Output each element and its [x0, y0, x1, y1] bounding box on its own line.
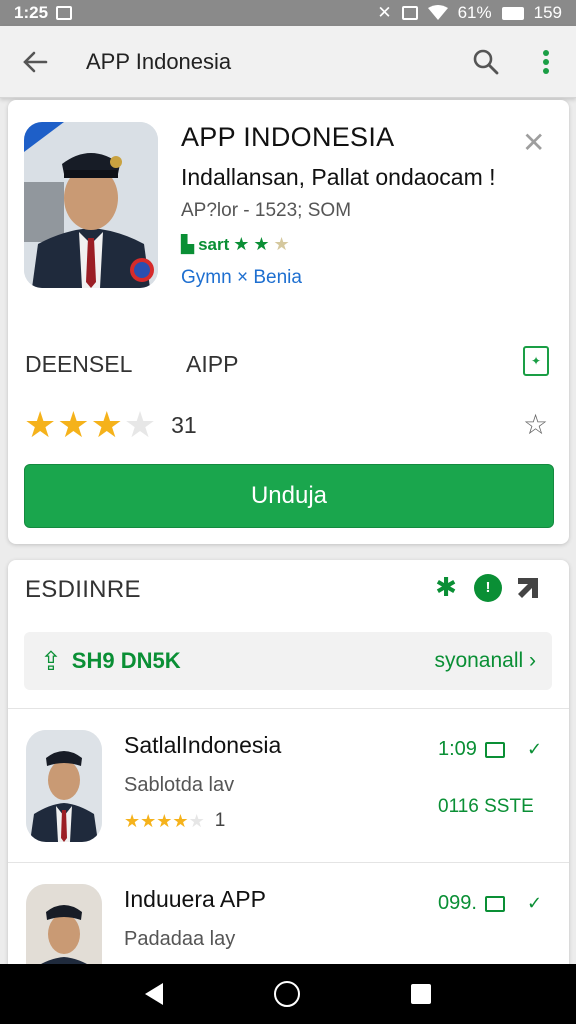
section-title: ESDIINRE [25, 576, 141, 603]
item-title: SatlalIndonesia [124, 732, 282, 758]
star-icon: ★ [188, 810, 205, 831]
list-item[interactable]: SatlalIndonesia Sablotda lav ★ ★ ★ ★ ★ 1 1:0… [8, 710, 569, 860]
app-detail-card: APP INDONESIA ✕ Indallansan, Pallat onda… [8, 100, 569, 544]
status-right-time: 159 [533, 3, 562, 22]
more-vert-icon [543, 49, 549, 74]
battery-icon [501, 6, 524, 20]
item-rating: ★ ★ ★ ★ ★ 1 [124, 810, 225, 832]
share-arrow-icon[interactable] [516, 576, 540, 600]
search-button[interactable] [456, 32, 516, 92]
star-icon: ★ [172, 810, 189, 831]
star-icon: ★ [233, 234, 250, 254]
close-icon: ✕ [522, 127, 546, 158]
image-icon [484, 895, 505, 912]
nav-back-icon[interactable] [145, 983, 164, 1005]
update-link-text: syonanall [434, 649, 524, 672]
bookmark-icon[interactable]: ✦ [523, 346, 549, 376]
navigation-bar [0, 964, 576, 1024]
app-thumbnail [26, 730, 102, 842]
app-tags[interactable]: Gymn × Benia [181, 267, 302, 289]
close-button[interactable]: ✕ [522, 126, 545, 159]
badge-icon: ▙ [181, 234, 195, 254]
divider [8, 708, 569, 709]
app-name: APP INDONESIA [181, 122, 395, 152]
small-rating: ▙ sart ★ ★ ★ [181, 234, 290, 255]
app-bar: APP Indonesia [0, 26, 576, 98]
app-meta: AP?lor - 1523; SOM [181, 200, 352, 221]
back-button[interactable] [0, 26, 70, 98]
app-icon [24, 122, 158, 288]
status-bar: 1:25 ✕ 61% 159 [0, 0, 576, 26]
list-item[interactable]: Induuera APP Padadaa lay 099. ✓ [8, 864, 569, 980]
star-icon: ★ [273, 234, 290, 254]
notification-icon [56, 6, 73, 20]
item-title: Induuera APP [124, 886, 266, 912]
item-time: 1:09 ✓ [438, 738, 542, 761]
rating-count: 31 [171, 411, 197, 438]
nav-home-icon[interactable] [273, 981, 300, 1007]
tab-right[interactable]: AIPP [186, 351, 238, 378]
item-time-text: 099. [438, 892, 477, 914]
item-rating-count: 1 [214, 810, 226, 831]
item-time-text: 1:09 [438, 738, 477, 760]
settings-icon[interactable]: ✱ [432, 572, 460, 603]
check-icon[interactable]: ✓ [527, 739, 542, 760]
star-icon: ★ [140, 810, 157, 831]
divider [8, 862, 569, 863]
star-icon: ★ [57, 404, 90, 445]
update-link[interactable]: syonanall › [434, 649, 536, 673]
wifi-icon [427, 5, 448, 20]
tab-left[interactable]: DEENSEL [25, 351, 132, 378]
star-icon: ★ [90, 404, 123, 445]
nav-recents-icon[interactable] [410, 984, 431, 1004]
item-subtitle: Padadaa lay [124, 928, 236, 950]
update-all-bar[interactable]: ⇪ SH9 DN5K syonanall › [24, 632, 552, 690]
item-time: 099. ✓ [438, 892, 542, 915]
check-icon[interactable]: ✓ [527, 893, 542, 914]
search-icon [473, 49, 499, 74]
star-icon: ★ [253, 234, 270, 254]
item-size: 0116 SSTE [438, 796, 534, 817]
battery-percent: 61% [457, 3, 492, 22]
officer-portrait-icon [26, 730, 102, 842]
star-icon: ★ [123, 404, 157, 445]
rating-row: ★ ★ ★ ★ 31 [24, 404, 197, 446]
overflow-menu-button[interactable] [516, 32, 576, 92]
install-button[interactable]: Unduja [24, 464, 554, 528]
notification-icon-2 [401, 6, 418, 20]
small-rating-label: sart [198, 234, 230, 254]
info-icon[interactable]: ! [474, 573, 502, 602]
upload-icon: ⇪ [40, 645, 62, 676]
page-title: APP Indonesia [86, 48, 232, 74]
star-icon: ★ [156, 810, 173, 831]
item-subtitle: Sablotda lav [124, 774, 235, 796]
image-icon [484, 741, 505, 758]
star-icon: ★ [124, 810, 141, 831]
favorite-star-icon[interactable]: ☆ [523, 408, 548, 441]
developer-name: Indallansan, Pallat ondaocam ! [181, 164, 496, 190]
star-icon: ★ [24, 404, 57, 445]
back-arrow-icon [23, 51, 48, 72]
mute-icon: ✕ [377, 3, 392, 22]
status-time: 1:25 [14, 3, 49, 22]
officer-portrait-icon [24, 122, 158, 288]
updates-card: ESDIINRE ✱ ! ⇪ SH9 DN5K syonanall › Satl… [8, 560, 569, 980]
update-label: SH9 DN5K [71, 648, 181, 673]
